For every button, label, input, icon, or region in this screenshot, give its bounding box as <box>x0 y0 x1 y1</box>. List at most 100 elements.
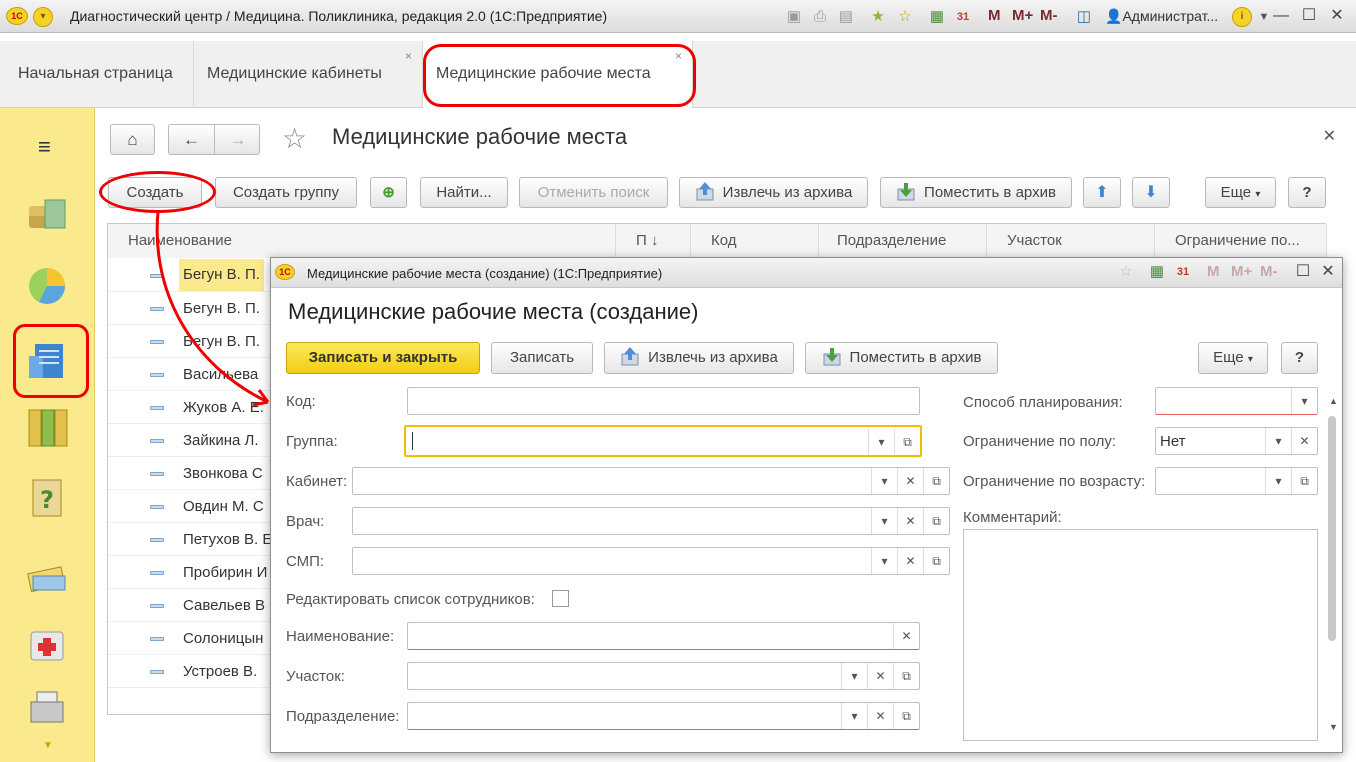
dropdown-arrow-icon[interactable]: ▾ <box>868 429 894 455</box>
clear-icon[interactable]: ✕ <box>867 703 893 729</box>
tab-home[interactable]: Начальная страница <box>0 41 194 108</box>
doctor-field[interactable]: ▾ ✕ ⧉ <box>352 507 950 535</box>
edit-staff-checkbox[interactable] <box>552 590 569 607</box>
clear-icon[interactable]: ✕ <box>897 548 923 574</box>
documents-section-icon[interactable] <box>25 406 69 450</box>
column-header-department[interactable]: Подразделение <box>819 224 987 258</box>
dropdown-arrow-icon[interactable]: ▾ <box>1265 468 1291 494</box>
column-header-code[interactable]: Код <box>691 224 819 258</box>
clear-icon[interactable]: ✕ <box>893 623 919 649</box>
dropdown-arrow-icon[interactable]: ▾ <box>841 703 867 729</box>
user-name[interactable]: 👤Администрат... <box>1105 8 1218 25</box>
calculator-icon[interactable]: ▦ <box>1147 262 1167 282</box>
memory-plus-button[interactable]: M+ <box>1012 7 1033 24</box>
column-header-restriction[interactable]: Ограничение по... <box>1155 224 1327 258</box>
open-icon[interactable]: ⧉ <box>923 508 949 534</box>
finance-section-icon[interactable] <box>25 192 69 236</box>
dialog-extract-button[interactable]: Извлечь из архива <box>604 342 794 374</box>
main-menu-icon[interactable]: ▾ <box>33 7 53 27</box>
panel-layout-icon[interactable]: ◫ <box>1074 7 1094 27</box>
close-form-icon[interactable]: ✕ <box>1323 126 1336 146</box>
close-tab-icon[interactable]: × <box>405 49 412 63</box>
info-icon[interactable]: i <box>1232 7 1252 27</box>
forward-arrow-icon[interactable]: → <box>215 125 261 154</box>
dropdown-arrow-icon[interactable]: ▾ <box>1291 388 1317 414</box>
calendar-icon[interactable]: 31 <box>1173 262 1193 282</box>
favorite-add-icon[interactable]: ★ <box>868 7 888 27</box>
memory-m-button[interactable]: M <box>1207 263 1220 280</box>
memory-plus-button[interactable]: M+ <box>1231 263 1252 280</box>
comment-textarea[interactable] <box>963 529 1318 741</box>
maximize-button[interactable]: ☐ <box>1298 5 1320 27</box>
scrollbar-thumb[interactable] <box>1328 416 1336 641</box>
code-field[interactable] <box>407 387 920 415</box>
save-button[interactable]: Записать <box>491 342 593 374</box>
clear-icon[interactable]: ✕ <box>897 508 923 534</box>
create-button[interactable]: Создать <box>108 177 202 208</box>
back-arrow-icon[interactable]: ← <box>169 125 215 154</box>
scroll-down-icon[interactable]: ▼ <box>1329 722 1338 732</box>
close-window-button[interactable]: ✕ <box>1326 5 1348 27</box>
sex-limit-field[interactable]: Нет ▾ ✕ <box>1155 427 1318 455</box>
extract-from-archive-button[interactable]: Извлечь из архива <box>679 177 868 208</box>
help-button[interactable]: ? <box>1288 177 1326 208</box>
age-limit-field[interactable]: ▾ ⧉ <box>1155 467 1318 495</box>
medical-section-icon[interactable] <box>25 622 69 666</box>
group-field[interactable]: ▾ ⧉ <box>404 425 922 457</box>
open-icon[interactable]: ⧉ <box>894 429 920 455</box>
planning-field[interactable]: ▾ <box>1155 387 1318 415</box>
column-header-name[interactable]: Наименование <box>108 224 616 258</box>
create-group-button[interactable]: Создать группу <box>215 177 357 208</box>
dropdown-arrow-icon[interactable]: ▾ <box>871 548 897 574</box>
dialog-help-button[interactable]: ? <box>1281 342 1318 374</box>
calendar-icon[interactable]: 31 <box>953 7 973 27</box>
open-icon[interactable]: ⧉ <box>923 548 949 574</box>
open-icon[interactable]: ⧉ <box>893 663 919 689</box>
cancel-search-button[interactable]: Отменить поиск <box>519 177 668 208</box>
district-field[interactable]: ▾ ✕ ⧉ <box>407 662 920 690</box>
column-header-district[interactable]: Участок <box>987 224 1155 258</box>
open-icon[interactable]: ⧉ <box>1291 468 1317 494</box>
find-button[interactable]: Найти... <box>420 177 508 208</box>
close-dialog-button[interactable]: ✕ <box>1317 261 1339 283</box>
dialog-more-button[interactable]: Еще ▾ <box>1198 342 1268 374</box>
reports-section-icon[interactable] <box>25 264 69 308</box>
memory-minus-button[interactable]: M- <box>1040 7 1058 24</box>
more-button[interactable]: Еще ▾ <box>1205 177 1276 208</box>
scroll-up-icon[interactable]: ▲ <box>1329 396 1338 406</box>
records-section-icon[interactable] <box>25 554 69 598</box>
calculator-icon[interactable]: ▦ <box>927 7 947 27</box>
department-field[interactable]: ▾ ✕ ⧉ <box>407 702 920 730</box>
preview-icon[interactable]: ▤ <box>836 7 856 27</box>
move-down-button[interactable]: ⬇ <box>1132 177 1170 208</box>
favorites-icon[interactable]: ☆ <box>895 7 915 27</box>
dialog-scrollbar[interactable]: ▲ ▼ <box>1326 396 1341 736</box>
save-and-close-button[interactable]: Записать и закрыть <box>286 342 480 374</box>
menu-hamburger-icon[interactable]: ≡ <box>38 134 51 160</box>
home-button[interactable]: ⌂ <box>110 124 155 155</box>
print-icon[interactable]: ⎙ <box>810 7 830 27</box>
open-icon[interactable]: ⧉ <box>893 703 919 729</box>
minimize-button[interactable]: — <box>1270 5 1292 27</box>
favorite-star-icon[interactable]: ☆ <box>282 122 307 155</box>
column-header-p[interactable]: П ↓ <box>616 224 691 258</box>
favorites-icon[interactable]: ☆ <box>1116 262 1136 282</box>
memory-minus-button[interactable]: M- <box>1260 263 1278 280</box>
tab-medical-cabinets[interactable]: Медицинские кабинеты × <box>194 41 423 108</box>
move-to-archive-button[interactable]: Поместить в архив <box>880 177 1072 208</box>
move-up-button[interactable]: ⬆ <box>1083 177 1121 208</box>
dropdown-arrow-icon[interactable]: ▾ <box>1265 428 1291 454</box>
dialog-archive-button[interactable]: Поместить в архив <box>805 342 998 374</box>
name-field[interactable]: ✕ <box>407 622 920 650</box>
help-section-icon[interactable]: ? <box>25 476 69 520</box>
cash-register-section-icon[interactable] <box>25 684 69 728</box>
smp-field[interactable]: ▾ ✕ ⧉ <box>352 547 950 575</box>
copy-button[interactable]: ⊕ <box>370 177 407 208</box>
maximize-dialog-button[interactable]: ☐ <box>1292 261 1314 283</box>
dropdown-arrow-icon[interactable]: ▾ <box>871 468 897 494</box>
tab-medical-workplaces[interactable]: Медицинские рабочие места × <box>423 41 693 109</box>
open-icon[interactable]: ⧉ <box>923 468 949 494</box>
dropdown-arrow-icon[interactable]: ▾ <box>841 663 867 689</box>
scroll-down-icon[interactable]: ▼ <box>43 740 53 751</box>
clear-icon[interactable]: ✕ <box>1291 428 1317 454</box>
